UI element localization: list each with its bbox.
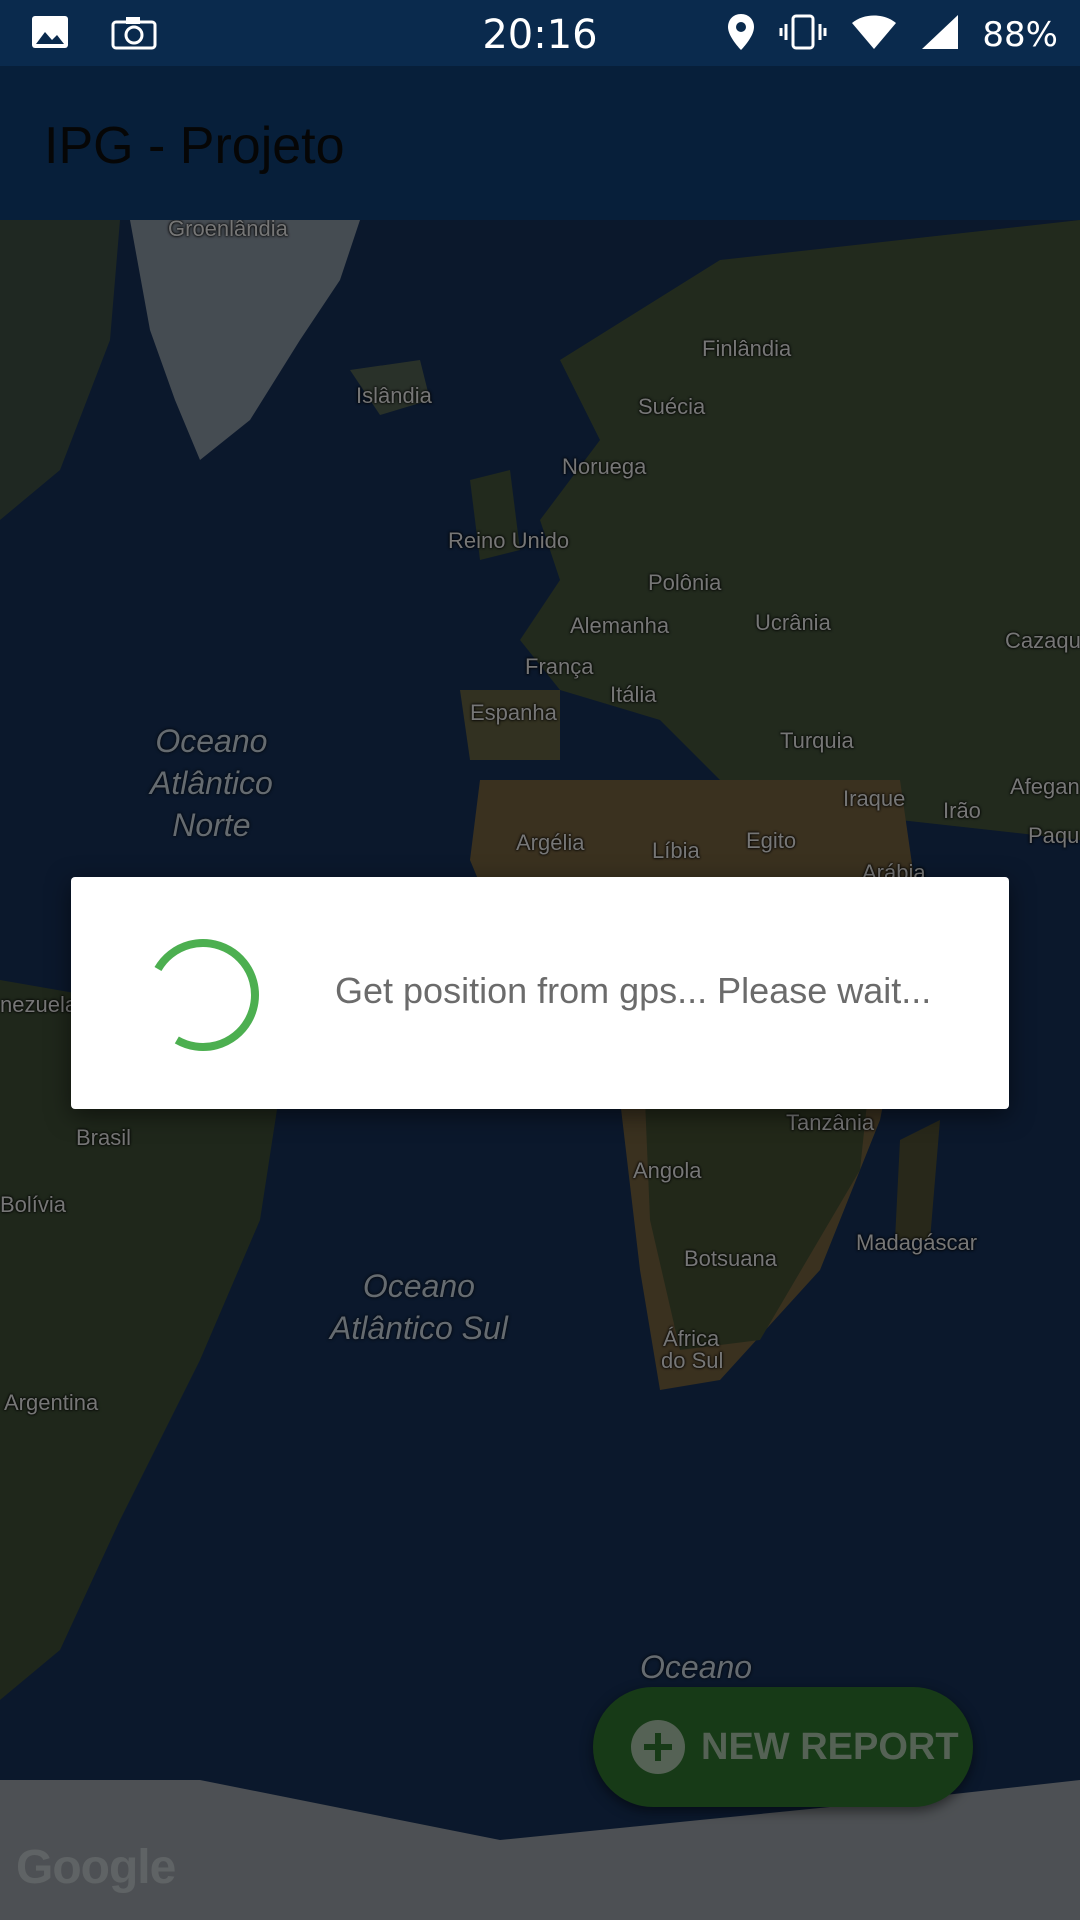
map-label: Cazaqu xyxy=(1005,628,1080,653)
map-label: Espanha xyxy=(470,700,557,725)
vibrate-icon xyxy=(778,12,828,57)
wifi-icon xyxy=(850,13,898,56)
map-label: do Sul xyxy=(661,1348,724,1373)
ocean-label-southern: Oceano xyxy=(640,1646,752,1688)
location-icon xyxy=(726,12,756,57)
ocean-label-line: Norte xyxy=(172,807,251,843)
map-label: Alemanha xyxy=(570,613,670,638)
map-label: Iraque xyxy=(843,786,906,811)
new-report-button[interactable]: NEW REPORT xyxy=(593,1687,973,1807)
ocean-label-line: Oceano xyxy=(362,1268,475,1304)
ocean-label-south-atlantic: Oceano Atlântico Sul xyxy=(330,1265,508,1349)
battery-level: 88% xyxy=(982,14,1058,55)
ocean-label-line: Atlântico xyxy=(150,765,273,801)
map-label: Egito xyxy=(746,828,797,853)
new-report-label: NEW REPORT xyxy=(701,1725,959,1768)
map-label: nezuela xyxy=(0,992,78,1017)
dialog-message: Get position from gps... Please wait... xyxy=(335,970,932,1011)
map-label: Finlândia xyxy=(702,336,792,361)
google-logo: Google xyxy=(16,1841,176,1894)
map-label: Noruega xyxy=(562,454,647,479)
add-icon xyxy=(631,1720,685,1774)
ocean-label-line: Oceano xyxy=(155,723,268,759)
map-label: Turquia xyxy=(780,728,854,753)
map-label: Líbia xyxy=(652,838,700,863)
map-label: Paqu xyxy=(1028,823,1080,848)
ocean-label-line: Atlântico Sul xyxy=(330,1310,508,1346)
map-label: Groenlândia xyxy=(168,220,288,241)
map-label: Argélia xyxy=(516,830,585,855)
ocean-label-line: Oceano xyxy=(640,1649,753,1685)
map-label: Polônia xyxy=(648,570,722,595)
map-label: Itália xyxy=(610,682,657,707)
map-label: Ucrânia xyxy=(755,610,831,635)
map-label: Bolívia xyxy=(0,1192,67,1217)
signal-icon xyxy=(920,13,960,56)
map-label: Madagáscar xyxy=(856,1230,978,1255)
ocean-label-north-atlantic: Oceano Atlântico Norte xyxy=(150,720,273,846)
map-label: Brasil xyxy=(76,1125,132,1150)
map-label: Tanzânia xyxy=(786,1110,875,1135)
map-label: Reino Unido xyxy=(448,528,570,553)
status-bar: 20:16 88% xyxy=(0,0,1080,66)
map-label: Argentina xyxy=(4,1390,99,1415)
map-label: Islândia xyxy=(356,383,432,408)
app-bar: IPG - Projeto xyxy=(0,66,1080,220)
loading-spinner-icon xyxy=(147,939,259,1051)
map-label: Angola xyxy=(633,1158,702,1183)
map-label: Irão xyxy=(943,798,981,823)
map-label: França xyxy=(525,654,594,679)
page-title: IPG - Projeto xyxy=(44,117,345,175)
map-label: Botsuana xyxy=(684,1246,777,1271)
map-label: Afegan xyxy=(1010,774,1080,799)
map-label: Suécia xyxy=(638,394,706,419)
